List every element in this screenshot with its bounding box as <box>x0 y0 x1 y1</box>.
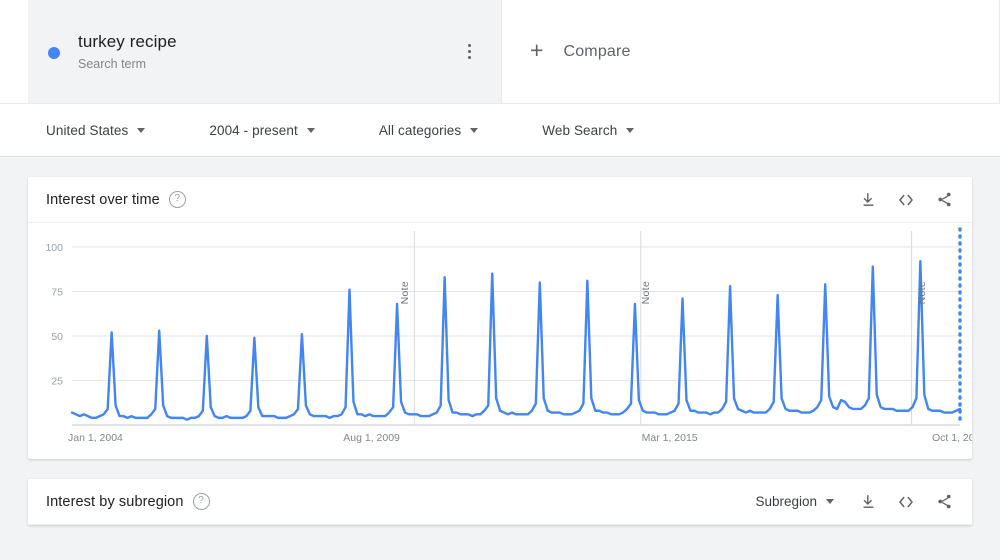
svg-text:Mar 1, 2015: Mar 1, 2015 <box>642 432 698 444</box>
term-left-gutter <box>0 0 28 103</box>
chart-note-annotation-2[interactable]: Note <box>640 281 652 304</box>
embed-code-icon[interactable] <box>896 190 916 210</box>
compare-label: Compare <box>563 42 631 60</box>
subregion-select-label: Subregion <box>755 494 817 509</box>
download-icon[interactable] <box>858 190 878 210</box>
chevron-down-icon <box>826 499 834 504</box>
share-icon[interactable] <box>934 492 954 512</box>
search-term-card[interactable]: turkey recipe Search term <box>28 0 501 103</box>
filter-timerange[interactable]: 2004 - present <box>209 122 315 138</box>
filter-search-type[interactable]: Web Search <box>542 122 635 138</box>
filter-timerange-label: 2004 - present <box>209 122 298 138</box>
svg-text:75: 75 <box>51 287 63 299</box>
svg-text:100: 100 <box>45 242 63 254</box>
page-title: Interest over time <box>46 191 160 208</box>
chart-note-annotation-3[interactable]: Note <box>916 281 928 304</box>
svg-text:25: 25 <box>51 376 63 388</box>
svg-text:Aug 1, 2009: Aug 1, 2009 <box>343 432 400 444</box>
plus-icon: + <box>530 37 544 63</box>
search-term-type: Search term <box>78 56 147 71</box>
content-area: Interest over time ? 25 50 75 100 Jan 1,… <box>0 157 1000 525</box>
kebab-menu-icon[interactable] <box>457 40 481 64</box>
interest-over-time-chart[interactable]: 25 50 75 100 Jan 1, 2004 Aug 1, 2009 Mar 1, 20… <box>28 223 972 459</box>
interest-by-subregion-card: Interest by subregion ? Subregion <box>28 479 972 525</box>
svg-text:50: 50 <box>51 331 63 343</box>
filter-bar: United States 2004 - present All categor… <box>0 104 1000 157</box>
interest-by-subregion-header: Interest by subregion ? Subregion <box>28 479 972 525</box>
search-term-bar: turkey recipe Search term + Compare <box>0 0 1000 104</box>
share-icon[interactable] <box>934 190 954 210</box>
interest-over-time-header: Interest over time ? <box>28 177 972 223</box>
filter-category[interactable]: All categories <box>378 122 479 138</box>
trend-line-chart: 25 50 75 100 Jan 1, 2004 Aug 1, 2009 Mar 1, 20… <box>45 227 972 444</box>
help-circle-icon[interactable]: ? <box>192 493 210 510</box>
embed-code-icon[interactable] <box>896 492 916 512</box>
chevron-down-icon <box>306 127 315 133</box>
chevron-down-icon <box>626 127 635 133</box>
subregion-title: Interest by subregion <box>46 493 184 510</box>
compare-button[interactable]: + Compare <box>501 0 1000 103</box>
subregion-select[interactable]: Subregion <box>755 494 834 509</box>
chevron-down-icon <box>137 127 146 133</box>
help-circle-icon[interactable]: ? <box>168 191 186 208</box>
filter-search-type-label: Web Search <box>542 122 618 138</box>
search-term-text: turkey recipe Search term <box>78 31 177 73</box>
chevron-down-icon <box>470 127 479 133</box>
search-term-name: turkey recipe <box>78 31 177 51</box>
filter-location-label: United States <box>46 122 129 138</box>
svg-text:Jan 1, 2004: Jan 1, 2004 <box>68 432 123 444</box>
svg-text:Oct 1, 2020: Oct 1, 2020 <box>932 432 972 444</box>
filter-category-label: All categories <box>378 122 462 138</box>
interest-by-subregion-tools: Subregion <box>755 492 954 512</box>
interest-over-time-card: Interest over time ? 25 50 75 100 Jan 1,… <box>28 177 972 459</box>
filter-location[interactable]: United States <box>46 122 146 138</box>
interest-over-time-tools <box>858 190 954 210</box>
series-color-dot-icon <box>48 46 60 59</box>
chart-note-annotation-1[interactable]: Note <box>399 281 411 304</box>
download-icon[interactable] <box>858 492 878 512</box>
